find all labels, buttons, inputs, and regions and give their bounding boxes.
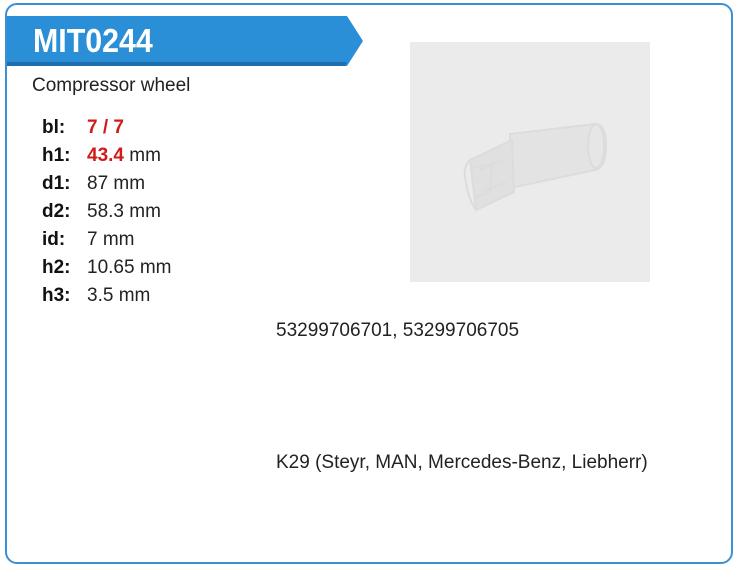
- compressor-wheel-icon: [463, 122, 608, 212]
- spec-key: id:: [42, 229, 66, 250]
- spec-key: h1:: [42, 145, 71, 166]
- product-image: [410, 42, 650, 282]
- spec-key: h2:: [42, 257, 71, 278]
- spec-value: 3.5 mm: [87, 285, 151, 306]
- spec-key: bl:: [42, 117, 66, 138]
- spec-row-bl: bl: 7 / 7: [42, 116, 171, 144]
- spec-value: 87 mm: [87, 173, 146, 194]
- oem-numbers: 53299706701, 53299706705: [276, 320, 520, 341]
- product-name: Compressor wheel: [32, 75, 191, 96]
- product-code: MIT0244: [33, 22, 153, 59]
- spec-value: 7 / 7: [87, 117, 124, 138]
- spec-value: 58.3 mm: [87, 201, 161, 222]
- spec-row-d2: d2: 58.3 mm: [42, 200, 171, 228]
- spec-list: bl: 7 / 7 h1: 43.4 mm d1: 87 mm d2: 58.3 mm …: [42, 116, 171, 312]
- spec-row-d1: d1: 87 mm: [42, 172, 171, 200]
- applications: K29 (Steyr, MAN, Mercedes-Benz, Liebherr…: [276, 452, 648, 473]
- spec-key: d2:: [42, 201, 71, 222]
- spec-row-h1: h1: 43.4 mm: [42, 144, 171, 172]
- product-code-banner: MIT0244: [7, 16, 363, 66]
- spec-key: d1:: [42, 173, 71, 194]
- spec-unit: mm: [123, 145, 161, 166]
- spec-row-h3: h3: 3.5 mm: [42, 284, 171, 312]
- spec-key: h3:: [42, 285, 71, 306]
- spec-value: 10.65 mm: [87, 257, 172, 278]
- spec-value: 43.4: [87, 145, 124, 166]
- spec-row-id: id: 7 mm: [42, 228, 171, 256]
- spec-value: 7 mm: [87, 229, 135, 250]
- spec-row-h2: h2: 10.65 mm: [42, 256, 171, 284]
